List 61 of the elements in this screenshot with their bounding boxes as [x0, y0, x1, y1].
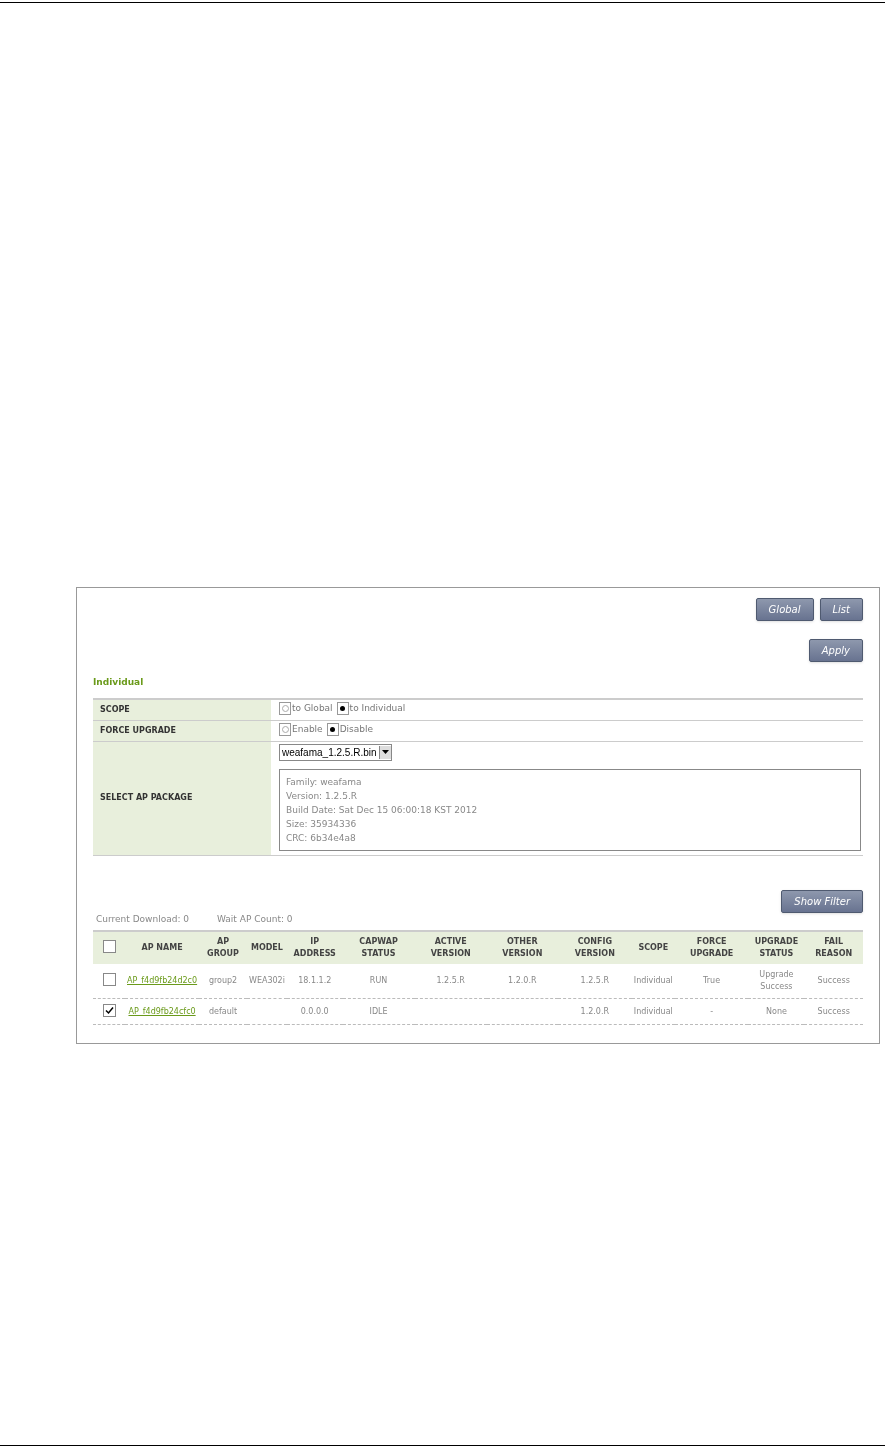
table-cell: default — [208, 1006, 238, 1016]
column-header: ACTIVE VERSION — [414, 931, 487, 964]
checkbox[interactable] — [102, 939, 116, 953]
table-cell: WEA302i — [248, 976, 285, 985]
stat-text: Current Download: 0 — [96, 912, 190, 926]
option-label: to Individual — [349, 701, 406, 715]
checkbox[interactable] — [102, 972, 116, 986]
table-cell: group2 — [208, 976, 238, 985]
section-title: Individual — [93, 676, 145, 689]
column-header: FAIL REASON — [804, 931, 863, 964]
table-cell: 1.2.5.R — [580, 976, 610, 985]
apply-button[interactable]: Apply — [808, 639, 863, 662]
package-info-line: Build Date: Sat Dec 15 06:00:18 KST 2012 — [286, 803, 479, 817]
option-label: to Global — [292, 701, 333, 715]
table-cell: None — [766, 1006, 787, 1016]
table-cell: Individual — [633, 1006, 673, 1016]
table-cell: - — [710, 1006, 714, 1016]
column-header: OTHER VERSION — [486, 931, 558, 964]
package-info-line: Family: weafama — [286, 775, 363, 789]
column-header: CONFIG VERSION — [557, 931, 632, 964]
column-header: UPGRADE STATUS — [748, 931, 805, 964]
column-header: IP ADDRESS — [286, 931, 343, 964]
field-label: SELECT AP PACKAGE — [100, 792, 193, 804]
field-label: SCOPE — [100, 703, 130, 716]
package-info-line: Version: 1.2.5.R — [286, 789, 358, 803]
table-cell: 1.2.5.R — [436, 976, 465, 985]
nav-button[interactable]: List — [819, 598, 863, 621]
column-header: AP GROUP — [199, 931, 247, 964]
show-filter-button[interactable]: Show Filter — [781, 889, 863, 913]
table-cell: Upgrade Success — [759, 970, 794, 991]
radio-button[interactable] — [279, 722, 291, 736]
ap-name-link[interactable]: AP_f4d9fb24d2c0 — [127, 976, 198, 985]
radio-button[interactable] — [279, 701, 291, 715]
radio-button[interactable] — [326, 722, 339, 736]
table-cell: Success — [817, 1006, 850, 1016]
table-cell: 0.0.0.0 — [300, 1006, 329, 1016]
table-cell: 18.1.1.2 — [298, 976, 332, 985]
table-cell: Individual — [633, 976, 673, 985]
table-cell: 1.2.0.R — [508, 976, 537, 985]
nav-button[interactable]: Global — [755, 598, 814, 621]
table-cell: True — [703, 976, 721, 985]
column-header: CAPWAP STATUS — [342, 931, 415, 964]
column-header: AP NAME — [125, 931, 200, 964]
dropdown-icon — [381, 750, 389, 754]
table-cell: IDLE — [369, 1006, 388, 1016]
table-cell: RUN — [369, 976, 388, 985]
radio-button[interactable] — [336, 701, 349, 715]
table-cell: 1.2.0.R — [580, 1006, 610, 1016]
column-header: SCOPE — [631, 931, 675, 964]
package-info-line: CRC: 6b34e4a8 — [286, 831, 357, 845]
column-header: MODEL — [246, 931, 287, 964]
field-label: FORCE UPGRADE — [100, 724, 176, 737]
checkbox[interactable] — [102, 1004, 116, 1017]
package-info-line: Size: 35934336 — [286, 817, 358, 831]
package-select[interactable]: weafama_1.2.5.R.bin — [279, 743, 392, 761]
option-label: Enable — [292, 722, 323, 736]
stat-text: Wait AP Count: 0 — [217, 912, 293, 926]
column-header: FORCE UPGRADE — [674, 931, 749, 964]
option-label: Disable — [339, 722, 374, 736]
ap-name-link[interactable]: AP_f4d9fb24cfc0 — [128, 1006, 196, 1016]
table-cell: Success — [817, 976, 850, 985]
